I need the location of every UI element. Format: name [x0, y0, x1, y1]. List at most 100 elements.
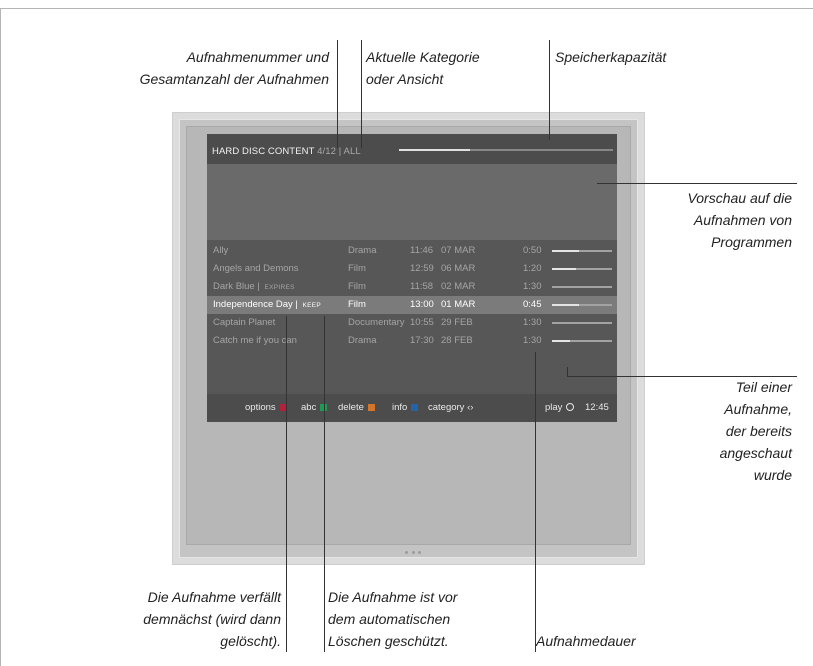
leader-current-category — [361, 40, 362, 148]
callout-expires: Die Aufnahme verfällt demnächst (wird da… — [143, 586, 281, 652]
watched-progress-fill — [552, 340, 570, 342]
leader-duration — [535, 352, 536, 652]
preview-area — [207, 164, 617, 240]
callout-watched-part: Teil einer Aufnahme, der bereits angesch… — [720, 376, 792, 486]
recording-category: Documentary — [348, 317, 405, 328]
watched-progress-bar — [552, 250, 612, 252]
recording-time: 17:30 — [410, 335, 434, 346]
page-frame-left — [0, 8, 1, 666]
recording-tag: KEEP — [302, 302, 322, 309]
leader-recording-number — [337, 40, 338, 148]
callout-line: Speicherkapazität — [555, 49, 667, 65]
recording-name: Ally — [213, 245, 228, 256]
leader-watched-part-vertical — [567, 367, 568, 377]
recording-date: 29 FEB — [441, 317, 473, 328]
recording-title: Dark Blue — [213, 281, 255, 292]
callout-line: Aufnahmenummer und — [186, 49, 329, 65]
blue-key-icon — [411, 404, 419, 411]
callout-line: Aktuelle Kategorie — [366, 49, 480, 65]
recording-date: 28 FEB — [441, 335, 473, 346]
callout-current-category: Aktuelle Kategorie oder Ansicht — [366, 46, 480, 90]
leader-expires — [286, 316, 287, 652]
recording-name: Dark Blue | EXPIRES — [213, 281, 295, 292]
callout-preview: Vorschau auf die Aufnahmen von Programme… — [687, 187, 792, 253]
callout-line: demnächst (wird dann — [143, 611, 281, 627]
callout-duration: Aufnahmedauer — [536, 630, 636, 652]
recording-row[interactable]: Catch me if you can Drama 17:30 28 FEB 1:30 — [207, 332, 617, 350]
recording-duration: 1:30 — [523, 281, 542, 292]
recording-date: 02 MAR — [441, 281, 476, 292]
callout-line: Programmen — [711, 234, 792, 250]
storage-capacity-bar — [399, 149, 613, 151]
recording-duration: 0:50 — [523, 245, 542, 256]
delete-label: delete — [338, 402, 364, 413]
callout-storage: Speicherkapazität — [555, 46, 666, 68]
callout-line: Löschen geschützt. — [328, 633, 449, 649]
current-category: ALL — [343, 146, 361, 157]
recording-name: Captain Planet — [213, 317, 275, 328]
options-label: options — [245, 402, 276, 413]
watched-progress-fill — [552, 304, 579, 306]
recording-list: Ally Drama 11:46 07 MAR 0:50 Angels and Demon… — [207, 242, 617, 350]
recording-date: 01 MAR — [441, 299, 476, 310]
recording-title: Independence Day — [213, 299, 293, 310]
recording-title: Catch me if you can — [213, 335, 297, 346]
play-label: play — [545, 402, 563, 413]
category-button[interactable]: category ‹› — [428, 402, 473, 413]
callout-protected: Die Aufnahme ist vor dem automatischen L… — [328, 586, 457, 652]
recording-tag: EXPIRES — [264, 284, 295, 291]
watched-progress-fill — [552, 250, 579, 252]
recording-duration: 1:30 — [523, 317, 542, 328]
menu-title: HARD DISC CONTENT — [212, 146, 315, 157]
recording-date: 06 MAR — [441, 263, 476, 274]
recording-time: 11:46 — [410, 245, 434, 256]
callout-line: gelöscht). — [220, 633, 281, 649]
callout-line: wurde — [753, 467, 792, 483]
callout-line: Gesamtanzahl der Aufnahmen — [139, 71, 329, 87]
leader-preview — [597, 183, 797, 184]
recording-title: Captain Planet — [213, 317, 276, 328]
recording-row[interactable]: Dark Blue | EXPIRES Film 11:58 02 MAR 1:30 — [207, 278, 617, 296]
recording-time: 10:55 — [410, 317, 434, 328]
tag-separator: | — [254, 281, 263, 292]
recording-row[interactable]: Independence Day | KEEP Film 13:00 01 MAR 0:… — [207, 296, 617, 314]
recording-category: Film — [348, 263, 366, 274]
callout-line: Teil einer — [735, 379, 792, 395]
recording-name: Independence Day | KEEP — [213, 299, 321, 310]
recording-row[interactable]: Angels and Demons Film 12:59 06 MAR 1:20 — [207, 260, 617, 278]
category-label: category — [428, 402, 465, 413]
recording-time: 13:00 — [410, 299, 434, 310]
play-circle-icon — [566, 403, 575, 411]
abc-label: abc — [301, 402, 317, 413]
hard-disc-content-menu: HARD DISC CONTENT 4/12 | ALL Ally Drama 11… — [207, 134, 617, 422]
callout-line: Aufnahmen von — [693, 212, 792, 228]
callout-line: Aufnahmedauer — [536, 633, 636, 649]
callout-line: der bereits — [725, 423, 792, 439]
storage-capacity-fill — [399, 149, 470, 151]
recording-date: 07 MAR — [441, 245, 476, 256]
recording-category: Film — [348, 281, 366, 292]
tag-separator: | — [292, 299, 301, 310]
callout-recording-number: Aufnahmenummer und Gesamtanzahl der Aufn… — [140, 46, 329, 90]
callout-line: oder Ansicht — [366, 71, 444, 87]
info-button[interactable]: info — [392, 402, 419, 413]
recording-row[interactable]: Ally Drama 11:46 07 MAR 0:50 — [207, 242, 617, 260]
callout-line: angeschaut — [719, 445, 792, 461]
delete-button[interactable]: delete — [338, 402, 375, 413]
tv-indicator-dots — [405, 551, 421, 555]
recording-duration: 1:30 — [523, 335, 542, 346]
watched-progress-fill — [552, 268, 576, 270]
page-frame-top — [0, 8, 813, 9]
watched-progress-bar — [552, 268, 612, 270]
leader-storage — [549, 40, 550, 140]
watched-progress-bar — [552, 286, 612, 288]
recording-category: Drama — [348, 245, 377, 256]
recording-name: Catch me if you can — [213, 335, 297, 346]
recording-duration: 1:20 — [523, 263, 542, 274]
callout-line: Vorschau auf die — [687, 190, 792, 206]
menu-title-line: HARD DISC CONTENT 4/12 | ALL — [212, 146, 361, 157]
recording-counter: 4/12 — [317, 146, 336, 157]
play-button[interactable]: play — [545, 402, 575, 413]
recording-row[interactable]: Captain Planet Documentary 10:55 29 FEB 1:30 — [207, 314, 617, 332]
options-button[interactable]: options — [245, 402, 287, 413]
